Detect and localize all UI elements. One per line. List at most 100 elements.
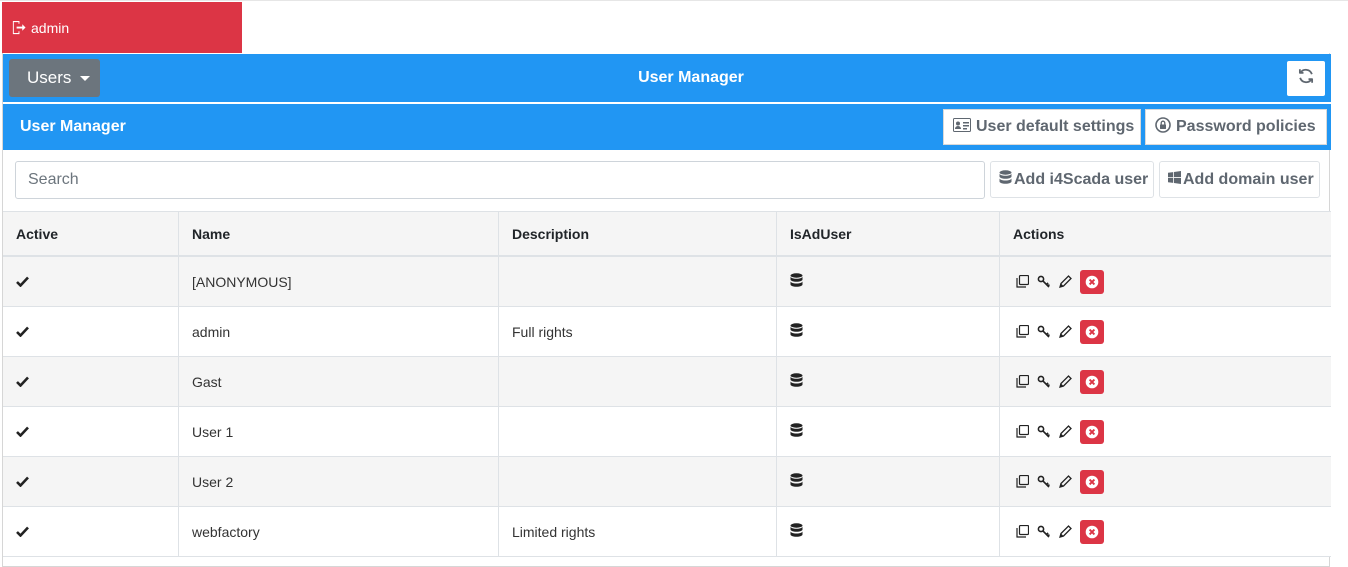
description-cell: Full rights — [499, 307, 777, 356]
section-title: User Manager — [20, 118, 126, 135]
users-dropdown[interactable]: Users — [9, 59, 100, 97]
check-icon — [16, 274, 29, 290]
pencil-icon[interactable] — [1059, 375, 1072, 388]
table-row[interactable]: webfactory Limited rights — [3, 507, 1331, 557]
column-header-active[interactable]: Active — [3, 212, 179, 255]
password-policies-label: Password policies — [1176, 118, 1316, 135]
logout-user-label: admin — [31, 19, 70, 36]
key-icon[interactable] — [1037, 525, 1051, 539]
table-row[interactable]: Gast — [3, 357, 1331, 407]
delete-icon[interactable] — [1080, 319, 1104, 344]
copy-icon[interactable] — [1016, 275, 1029, 288]
key-icon[interactable] — [1037, 375, 1051, 389]
table-row[interactable]: User 1 — [3, 407, 1331, 457]
page-title: User Manager — [638, 69, 744, 86]
active-cell — [3, 407, 179, 456]
pencil-icon[interactable] — [1059, 475, 1072, 488]
user-default-settings-button[interactable]: User default settings — [943, 109, 1141, 145]
name-cell: Gast — [179, 357, 499, 406]
name-cell: webfactory — [179, 507, 499, 556]
isaduser-cell — [777, 257, 1000, 306]
isaduser-cell — [777, 307, 1000, 356]
delete-icon[interactable] — [1080, 469, 1104, 494]
key-icon[interactable] — [1037, 425, 1051, 439]
table-body: [ANONYMOUS] admin Full rights Gast User 1 Use… — [3, 257, 1331, 557]
key-icon[interactable] — [1037, 275, 1051, 289]
description-cell — [499, 407, 777, 456]
actions-cell — [1000, 257, 1331, 306]
delete-icon[interactable] — [1080, 519, 1104, 544]
user-default-settings-label: User default settings — [976, 118, 1135, 135]
column-header-description[interactable]: Description — [499, 212, 777, 255]
check-icon — [16, 524, 29, 540]
check-icon — [16, 474, 29, 490]
isaduser-cell — [777, 507, 1000, 556]
description-cell — [499, 457, 777, 506]
active-cell — [3, 357, 179, 406]
name-cell: User 1 — [179, 407, 499, 456]
delete-icon[interactable] — [1080, 269, 1104, 294]
database-icon — [790, 322, 803, 341]
database-icon — [790, 422, 803, 441]
lock-icon — [1155, 116, 1171, 138]
pencil-icon[interactable] — [1059, 425, 1072, 438]
active-cell — [3, 507, 179, 556]
delete-icon[interactable] — [1080, 369, 1104, 394]
name-cell: [ANONYMOUS] — [179, 257, 499, 306]
database-icon — [790, 522, 803, 541]
users-dropdown-label: Users — [27, 68, 72, 87]
add-domain-user-button[interactable]: Add domain user — [1159, 161, 1320, 198]
pencil-icon[interactable] — [1059, 275, 1072, 288]
sign-out-icon — [11, 20, 26, 35]
pencil-icon[interactable] — [1059, 325, 1072, 338]
database-icon — [999, 169, 1012, 190]
check-icon — [16, 324, 29, 340]
id-card-icon — [953, 117, 971, 137]
active-cell — [3, 257, 179, 306]
actions-cell — [1000, 307, 1331, 356]
users-table: Active Name Description IsAdUser Actions… — [3, 211, 1331, 557]
logout-button[interactable]: admin — [2, 2, 242, 53]
search-input[interactable] — [15, 161, 985, 199]
pencil-icon[interactable] — [1059, 525, 1072, 538]
database-icon — [790, 472, 803, 491]
actions-cell — [1000, 407, 1331, 456]
column-header-isaduser[interactable]: IsAdUser — [777, 212, 1000, 255]
add-i4scada-user-button[interactable]: Add i4Scada user — [990, 161, 1154, 198]
sub-header-bar: User Manager User default settings Passw… — [3, 104, 1331, 150]
description-cell — [499, 357, 777, 406]
column-header-name[interactable]: Name — [179, 212, 499, 255]
active-cell — [3, 307, 179, 356]
copy-icon[interactable] — [1016, 525, 1029, 538]
copy-icon[interactable] — [1016, 425, 1029, 438]
name-cell: User 2 — [179, 457, 499, 506]
column-header-actions: Actions — [1013, 225, 1065, 242]
actions-cell — [1000, 507, 1331, 556]
check-icon — [16, 424, 29, 440]
active-cell — [3, 457, 179, 506]
table-row[interactable]: [ANONYMOUS] — [3, 257, 1331, 307]
isaduser-cell — [777, 357, 1000, 406]
database-icon — [790, 372, 803, 391]
check-icon — [16, 374, 29, 390]
actions-cell — [1000, 357, 1331, 406]
copy-icon[interactable] — [1016, 475, 1029, 488]
top-border — [0, 0, 1348, 1]
database-icon — [790, 272, 803, 291]
add-i4scada-user-label: Add i4Scada user — [1014, 170, 1149, 188]
delete-icon[interactable] — [1080, 419, 1104, 444]
refresh-button[interactable] — [1287, 61, 1325, 96]
table-row[interactable]: User 2 — [3, 457, 1331, 507]
description-cell: Limited rights — [499, 507, 777, 556]
key-icon[interactable] — [1037, 325, 1051, 339]
description-cell — [499, 257, 777, 306]
refresh-icon — [1297, 67, 1315, 90]
table-header: Active Name Description IsAdUser Actions — [3, 211, 1331, 257]
actions-cell — [1000, 457, 1331, 506]
table-row[interactable]: admin Full rights — [3, 307, 1331, 357]
copy-icon[interactable] — [1016, 325, 1029, 338]
add-domain-user-label: Add domain user — [1183, 170, 1314, 188]
password-policies-button[interactable]: Password policies — [1145, 109, 1327, 145]
copy-icon[interactable] — [1016, 375, 1029, 388]
key-icon[interactable] — [1037, 475, 1051, 489]
